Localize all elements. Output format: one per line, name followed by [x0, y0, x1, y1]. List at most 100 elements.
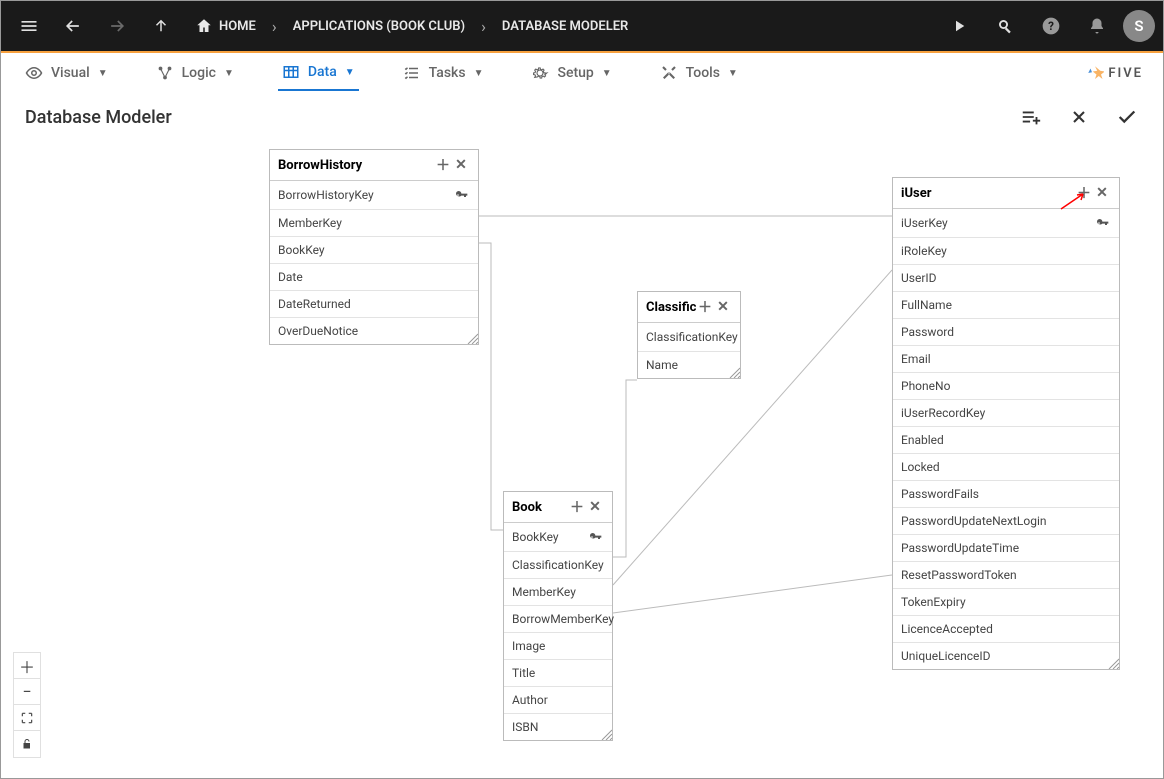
menu-visual[interactable]: Visual ▼ — [21, 56, 112, 90]
home-icon — [195, 17, 213, 35]
table-field[interactable]: ResetPasswordToken — [893, 561, 1119, 588]
menu-logic[interactable]: Logic ▼ — [152, 56, 238, 90]
resize-handle[interactable] — [466, 332, 478, 344]
table-field[interactable]: Image — [504, 632, 612, 659]
fullscreen-button[interactable] — [14, 705, 40, 731]
back-icon[interactable] — [53, 6, 93, 46]
menu-tools[interactable]: Tools ▼ — [656, 56, 742, 90]
bell-icon[interactable] — [1077, 6, 1117, 46]
table-borrowhistory[interactable]: BorrowHistory ＋ ✕ BorrowHistoryKey Member… — [269, 149, 479, 345]
table-field[interactable]: Author — [504, 686, 612, 713]
table-field[interactable]: iUserKey — [893, 209, 1119, 237]
table-field[interactable]: PasswordUpdateTime — [893, 534, 1119, 561]
table-field[interactable]: DateReturned — [270, 290, 478, 317]
table-field[interactable]: BorrowHistoryKey — [270, 181, 478, 209]
table-field[interactable]: PasswordFails — [893, 480, 1119, 507]
table-field[interactable]: UniqueLicenceID — [893, 642, 1119, 669]
field-name: Password — [901, 325, 1111, 339]
field-name: PasswordUpdateNextLogin — [901, 514, 1111, 528]
tools-icon — [660, 64, 678, 82]
canvas[interactable]: BorrowHistory ＋ ✕ BorrowHistoryKey Member… — [1, 135, 1163, 776]
avatar-initial: S — [1134, 17, 1143, 35]
table-field[interactable]: ISBN — [504, 713, 612, 740]
table-field[interactable]: TokenExpiry — [893, 588, 1119, 615]
resize-handle[interactable] — [728, 366, 740, 378]
add-field-icon[interactable]: ＋ — [696, 298, 714, 316]
field-name: Locked — [901, 460, 1111, 474]
table-field[interactable]: BookKey — [270, 236, 478, 263]
table-field[interactable]: OverDueNotice — [270, 317, 478, 344]
table-icon — [282, 63, 300, 81]
field-name: Image — [512, 639, 604, 653]
brand-logo: FIVE — [1086, 64, 1143, 82]
table-field[interactable]: Password — [893, 318, 1119, 345]
menu-data[interactable]: Data ▼ — [278, 55, 359, 91]
play-icon[interactable] — [939, 6, 979, 46]
table-field[interactable]: BorrowMemberKey — [504, 605, 612, 632]
help-icon[interactable]: ? — [1031, 6, 1071, 46]
key-icon — [1095, 215, 1111, 231]
up-icon[interactable] — [141, 6, 181, 46]
table-header[interactable]: Classificat ＋ ✕ — [638, 292, 740, 323]
subheader: Database Modeler — [1, 93, 1163, 135]
table-field[interactable]: LicenceAccepted — [893, 615, 1119, 642]
table-field[interactable]: MemberKey — [504, 578, 612, 605]
table-field[interactable]: Name — [638, 351, 740, 378]
table-field[interactable]: MemberKey — [270, 209, 478, 236]
field-name: Title — [512, 666, 604, 680]
add-table-button[interactable] — [1019, 105, 1043, 129]
menu-tasks[interactable]: Tasks ▼ — [399, 56, 488, 90]
search-icon[interactable] — [985, 6, 1025, 46]
table-field[interactable]: ClassificationKey — [504, 551, 612, 578]
breadcrumb-applications[interactable]: APPLICATIONS (BOOK CLUB) — [283, 19, 475, 34]
close-icon[interactable]: ✕ — [452, 156, 470, 174]
table-field[interactable]: Enabled — [893, 426, 1119, 453]
table-header[interactable]: BorrowHistory ＋ ✕ — [270, 150, 478, 181]
table-field[interactable]: ClassificationKey — [638, 323, 740, 351]
table-field[interactable]: FullName — [893, 291, 1119, 318]
table-header[interactable]: iUser ＋ ✕ — [893, 178, 1119, 209]
field-name: UserID — [901, 271, 1111, 285]
cancel-button[interactable] — [1067, 105, 1091, 129]
add-field-icon[interactable]: ＋ — [434, 156, 452, 174]
breadcrumb-label: APPLICATIONS (BOOK CLUB) — [293, 19, 465, 34]
resize-handle[interactable] — [600, 728, 612, 740]
avatar[interactable]: S — [1123, 10, 1155, 42]
table-field[interactable]: Locked — [893, 453, 1119, 480]
close-icon[interactable]: ✕ — [1093, 184, 1111, 202]
table-field[interactable]: PasswordUpdateNextLogin — [893, 507, 1119, 534]
table-field[interactable]: PhoneNo — [893, 372, 1119, 399]
table-book[interactable]: Book ＋ ✕ BookKey ClassificationKeyMemberK… — [503, 491, 613, 741]
close-icon[interactable]: ✕ — [586, 498, 604, 516]
menu-setup[interactable]: Setup ▼ — [527, 56, 615, 90]
chevron-down-icon: ▼ — [345, 67, 355, 78]
table-field[interactable]: iUserRecordKey — [893, 399, 1119, 426]
field-name: BorrowMemberKey — [512, 612, 614, 626]
chevron-down-icon: ▼ — [602, 68, 612, 79]
zoom-in-button[interactable]: ＋ — [14, 653, 40, 679]
table-field[interactable]: BookKey — [504, 523, 612, 551]
close-icon[interactable]: ✕ — [714, 298, 732, 316]
table-field[interactable]: iRoleKey — [893, 237, 1119, 264]
add-field-icon[interactable]: ＋ — [568, 498, 586, 516]
table-field[interactable]: Date — [270, 263, 478, 290]
breadcrumb-modeler[interactable]: DATABASE MODELER — [492, 19, 638, 34]
table-field[interactable]: Title — [504, 659, 612, 686]
table-name: BorrowHistory — [278, 158, 434, 173]
field-name: PasswordFails — [901, 487, 1111, 501]
zoom-out-button[interactable]: − — [14, 679, 40, 705]
table-field[interactable]: Email — [893, 345, 1119, 372]
table-iuser[interactable]: iUser ＋ ✕ iUserKeyiRoleKey UserID FullName… — [892, 177, 1120, 670]
resize-handle[interactable] — [1107, 657, 1119, 669]
breadcrumb-home[interactable]: HOME — [185, 17, 266, 35]
table-field[interactable]: UserID — [893, 264, 1119, 291]
field-name: BookKey — [512, 530, 588, 544]
field-name: MemberKey — [278, 216, 470, 230]
confirm-button[interactable] — [1115, 105, 1139, 129]
table-header[interactable]: Book ＋ ✕ — [504, 492, 612, 523]
add-field-icon[interactable]: ＋ — [1075, 184, 1093, 202]
menu-icon[interactable] — [9, 6, 49, 46]
lock-button[interactable] — [14, 731, 40, 757]
table-classification[interactable]: Classificat ＋ ✕ ClassificationKeyName — [637, 291, 741, 379]
topbar: HOME › APPLICATIONS (BOOK CLUB) › DATABA… — [1, 1, 1163, 51]
